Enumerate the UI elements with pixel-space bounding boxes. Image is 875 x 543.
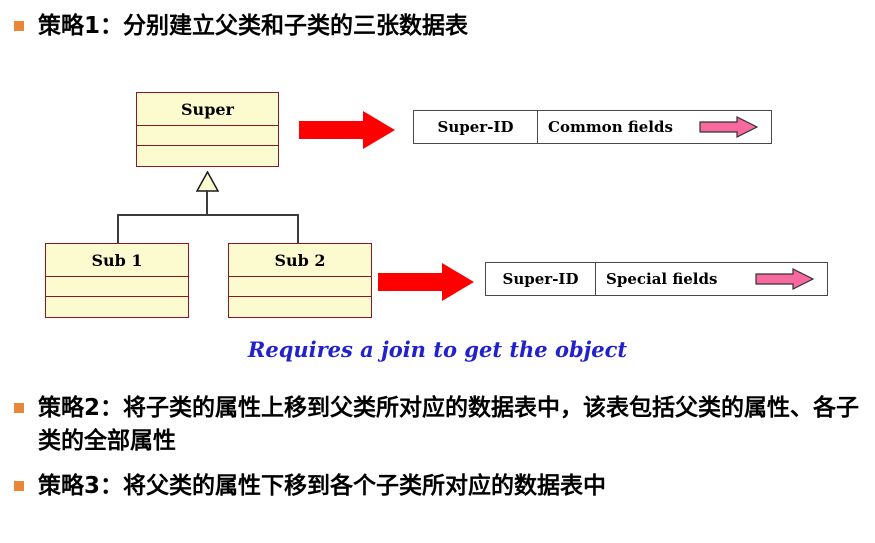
uml-operations-compartment xyxy=(46,297,188,317)
bullet-item-strategy-1: 策略1：分别建立父类和子类的三张数据表 xyxy=(14,10,854,43)
uml-class-name-super: Super xyxy=(137,93,278,126)
connector-horizontal xyxy=(117,214,298,216)
uml-class-super[interactable]: Super xyxy=(136,92,279,167)
bullet-item-label: 策略2：将子类的属性上移到父类所对应的数据表中，该表包括父类的属性、各子类的全部… xyxy=(38,395,860,454)
bullet-item-label: 策略1：分别建立父类和子类的三张数据表 xyxy=(38,13,469,39)
red-right-arrow-icon xyxy=(299,111,395,149)
pink-right-arrow-icon xyxy=(755,268,815,290)
diagram-caption: Requires a join to get the object xyxy=(247,337,628,362)
uml-class-sub2[interactable]: Sub 2 xyxy=(228,243,372,318)
table-column-header-fields: Special fields xyxy=(596,263,827,295)
uml-attributes-compartment xyxy=(46,277,188,297)
table-fields-label: Common fields xyxy=(548,118,673,136)
data-table-sub[interactable]: Super-ID Special fields xyxy=(485,262,828,296)
bullet-item-strategy-2: 策略2：将子类的属性上移到父类所对应的数据表中，该表包括父类的属性、各子类的全部… xyxy=(14,392,860,458)
bullet-item-label: 策略3：将父类的属性下移到各个子类所对应的数据表中 xyxy=(38,473,607,499)
connector-vertical-top xyxy=(206,190,208,215)
generalization-triangle-icon xyxy=(196,171,219,192)
pink-right-arrow-icon xyxy=(699,116,759,138)
table-column-header-fields: Common fields xyxy=(538,111,771,143)
connector-vertical-right xyxy=(297,214,299,243)
connector-vertical-left xyxy=(117,214,119,243)
uml-class-name-sub2: Sub 2 xyxy=(229,244,371,277)
square-bullet-icon xyxy=(14,21,24,31)
square-bullet-icon xyxy=(14,403,24,413)
uml-class-sub1[interactable]: Sub 1 xyxy=(45,243,189,318)
square-bullet-icon xyxy=(14,481,24,491)
bullet-item-strategy-3: 策略3：将父类的属性下移到各个子类所对应的数据表中 xyxy=(14,470,854,503)
red-right-arrow-icon xyxy=(378,263,474,301)
uml-class-name-sub1: Sub 1 xyxy=(46,244,188,277)
table-column-header-id: Super-ID xyxy=(414,111,538,143)
table-fields-label: Special fields xyxy=(606,270,718,288)
uml-operations-compartment xyxy=(137,146,278,166)
uml-operations-compartment xyxy=(229,297,371,317)
data-table-super[interactable]: Super-ID Common fields xyxy=(413,110,772,144)
table-column-header-id: Super-ID xyxy=(486,263,596,295)
uml-attributes-compartment xyxy=(137,126,278,146)
uml-attributes-compartment xyxy=(229,277,371,297)
